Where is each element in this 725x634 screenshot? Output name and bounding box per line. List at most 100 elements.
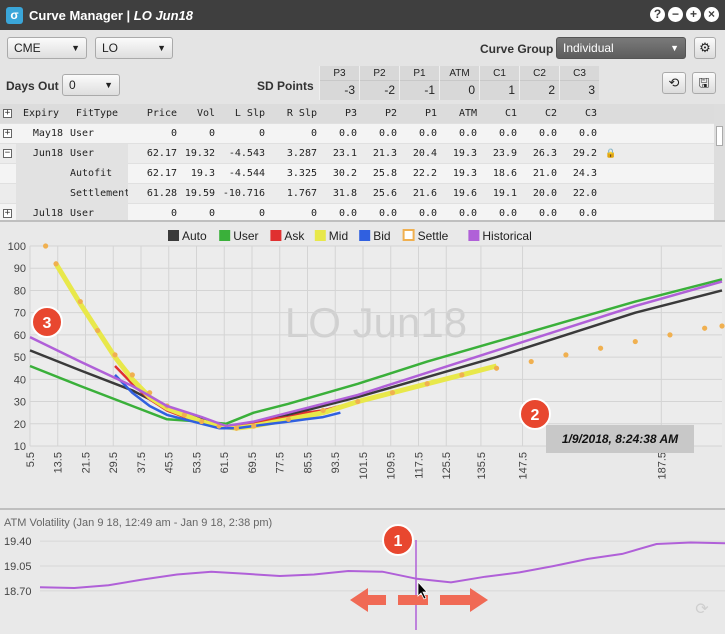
table-cell[interactable]: 3.287 [268,144,320,164]
legend-mid-label[interactable]: Mid [329,229,348,243]
legend-historical-swatch[interactable] [468,230,480,241]
table-cell[interactable]: 0.0 [560,204,600,220]
legend-auto-label[interactable]: Auto [182,229,207,243]
table-cell[interactable]: 18.6 [480,164,520,184]
volatility-curve-chart[interactable]: LO Jun18 10 20 30 40 50 60 70 80 90 100 5.5 13.5 21.5… [0,220,725,508]
table-cell[interactable]: 0.0 [320,124,360,144]
sd-point-value[interactable]: 0 [440,81,479,99]
sd-point-value[interactable]: 2 [520,81,559,99]
atm-chart-svg[interactable]: ATM Volatility (Jan 9 18, 12:49 am - Jan… [0,510,725,634]
table-cell[interactable]: 23.1 [320,144,360,164]
table-cell[interactable]: 0 [180,204,218,220]
refresh-button[interactable]: ⟲ [662,72,686,94]
table-cell[interactable]: 20.4 [400,144,440,164]
reset-zoom-icon[interactable]: ⟳ [695,601,709,618]
legend-auto-swatch[interactable] [168,230,179,241]
legend-settle-swatch[interactable] [402,229,415,241]
legend-bid-swatch[interactable] [359,230,371,241]
collapse-icon[interactable]: − [3,149,12,158]
table-scrollbar[interactable] [714,104,725,220]
sd-point-value[interactable]: 3 [560,81,599,99]
table-cell[interactable]: 3.325 [268,164,320,184]
legend-settle-label[interactable]: Settle [418,229,449,243]
column-header-c3[interactable]: C3 [560,104,600,124]
minimize-button[interactable]: − [668,7,683,22]
table-cell[interactable]: 1.767 [268,184,320,204]
table-cell[interactable]: 21.3 [360,144,400,164]
table-cell[interactable]: 0.0 [360,204,400,220]
table-cell[interactable]: 0.0 [320,204,360,220]
table-cell[interactable]: -4.543 [218,144,268,164]
table-cell[interactable]: 19.59 [180,184,218,204]
table-cell[interactable]: 22.2 [400,164,440,184]
table-cell[interactable]: 20.0 [520,184,560,204]
table-cell[interactable]: 0.0 [400,124,440,144]
table-cell[interactable]: 25.8 [360,164,400,184]
column-header-p3[interactable]: P3 [320,104,360,124]
table-cell[interactable]: 0.0 [360,124,400,144]
expand-icon[interactable]: + [3,129,12,138]
sd-point-value[interactable]: -2 [360,81,399,99]
expand-all-icon[interactable]: + [3,109,12,118]
product-select[interactable]: LO ▼ [95,37,173,59]
table-cell[interactable]: 0 [180,124,218,144]
table-cell[interactable]: 0.0 [560,124,600,144]
atm-volatility-chart[interactable]: ATM Volatility (Jan 9 18, 12:49 am - Jan… [0,508,725,634]
column-header-c1[interactable]: C1 [480,104,520,124]
help-button[interactable]: ? [650,7,665,22]
table-cell[interactable]: 61.28 [128,184,180,204]
maximize-button[interactable]: + [686,7,701,22]
legend-historical-label[interactable]: Historical [482,229,531,243]
exchange-select[interactable]: CME ▼ [7,37,87,59]
table-cell[interactable]: 30.2 [320,164,360,184]
table-cell[interactable]: 0.0 [440,124,480,144]
table-cell[interactable]: 19.3 [440,144,480,164]
table-cell[interactable]: 0.0 [520,124,560,144]
table-cell[interactable]: 0 [268,204,320,220]
column-header-price[interactable]: Price [128,104,180,124]
days-out-select[interactable]: 0 ▼ [62,74,120,96]
table-cell[interactable]: 0 [218,124,268,144]
table-cell[interactable]: 0.0 [440,204,480,220]
column-header-p1[interactable]: P1 [400,104,440,124]
column-header-c2[interactable]: C2 [520,104,560,124]
table-row[interactable]: − Jun18 User 62.17 19.32 -4.543 3.287 23.1 21.3 2… [0,144,714,164]
close-button[interactable]: × [704,7,719,22]
legend-bid-label[interactable]: Bid [373,229,390,243]
table-cell[interactable]: 19.3 [440,164,480,184]
expand-icon[interactable]: + [3,209,12,218]
table-cell[interactable]: -4.544 [218,164,268,184]
scrollbar-thumb[interactable] [716,126,723,146]
sd-point-value[interactable]: -3 [320,81,359,99]
table-cell[interactable]: 0 [268,124,320,144]
table-row[interactable]: + May18 User 0 0 0 0 0.0 0.0 0.0 0.0 0.0 0.0 0.0 [0,124,714,144]
main-chart-svg[interactable]: LO Jun18 10 20 30 40 50 60 70 80 90 100 5.5 13.5 21.5… [0,222,725,508]
lock-icon[interactable]: 🔒 [600,144,622,164]
table-cell[interactable]: 25.6 [360,184,400,204]
table-cell[interactable]: 62.17 [128,164,180,184]
table-cell[interactable]: 0 [128,124,180,144]
table-cell[interactable]: 19.6 [440,184,480,204]
table-cell[interactable]: 21.6 [400,184,440,204]
column-header-l-slp[interactable]: L Slp [218,104,268,124]
table-cell[interactable]: 62.17 [128,144,180,164]
column-header-fittype[interactable]: FitType [66,104,128,124]
table-cell[interactable]: 0 [128,204,180,220]
sd-point-value[interactable]: -1 [400,81,439,99]
column-header-vol[interactable]: Vol [180,104,218,124]
table-cell[interactable]: 26.3 [520,144,560,164]
curve-group-select[interactable]: Individual ▼ [556,37,686,59]
legend-user-swatch[interactable] [219,230,231,241]
table-cell[interactable]: 19.1 [480,184,520,204]
table-cell[interactable]: 0.0 [480,204,520,220]
legend-ask-label[interactable]: Ask [284,229,305,243]
table-cell[interactable]: 0.0 [520,204,560,220]
settings-button[interactable]: ⚙ [694,37,716,59]
table-cell[interactable]: 31.8 [320,184,360,204]
legend-ask-swatch[interactable] [270,230,282,241]
column-header-atm[interactable]: ATM [440,104,480,124]
table-cell[interactable]: 19.3 [180,164,218,184]
table-cell[interactable]: 23.9 [480,144,520,164]
table-cell[interactable]: 24.3 [560,164,600,184]
table-cell[interactable]: 0.0 [400,204,440,220]
